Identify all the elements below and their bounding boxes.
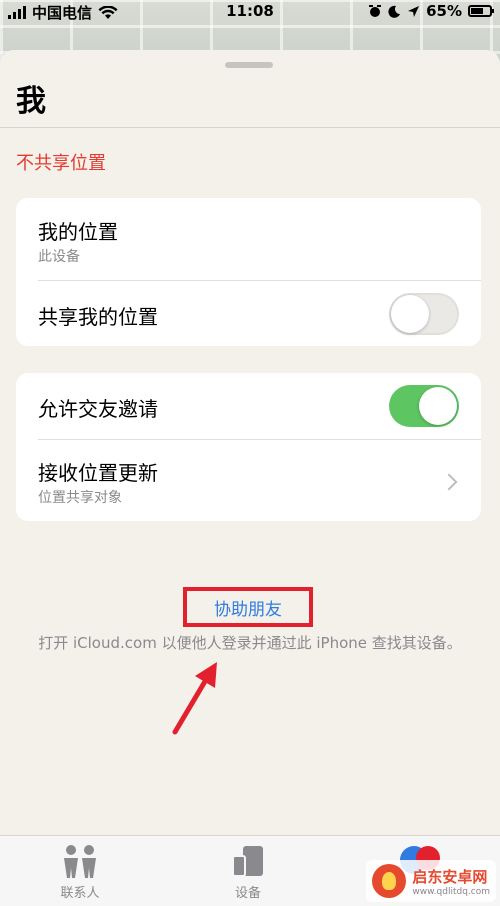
share-location-toggle[interactable] [389, 293, 459, 335]
not-sharing-label: 不共享位置 [16, 153, 106, 174]
battery-percent: 65% [426, 2, 462, 20]
tab-people-label: 联系人 [60, 886, 100, 901]
devices-icon [232, 846, 263, 877]
alarm-icon [369, 5, 382, 17]
me-sheet: 我 不共享位置 我的位置 此设备 共享我的位置 允许交友邀请 接收位置更新 位置… [0, 50, 500, 905]
tab-people[interactable]: 联系人 [25, 844, 135, 901]
watermark-url: www.qdlitdq.com [412, 886, 490, 897]
receive-updates-subtitle: 位置共享对象 [38, 490, 122, 506]
location-arrow-icon [408, 5, 420, 17]
watermark-logo-icon [372, 864, 407, 898]
sheet-title: 我 [16, 84, 46, 119]
sheet-grabber[interactable] [225, 62, 273, 68]
tab-bar: 联系人 设备 启东安卓网 www.qdlitdq.com [0, 835, 500, 906]
help-friend-description: 打开 iCloud.com 以便他人登录并通过此 iPhone 查找其设备。 [38, 634, 462, 652]
share-location-title: 共享我的位置 [38, 305, 158, 329]
my-location-subtitle: 此设备 [38, 249, 80, 265]
friends-card: 允许交友邀请 接收位置更新 位置共享对象 [16, 373, 481, 521]
battery-icon [468, 5, 494, 17]
moon-icon [388, 5, 401, 18]
share-location-row: 共享我的位置 [16, 281, 481, 346]
allow-requests-title: 允许交友邀请 [38, 397, 158, 421]
allow-requests-toggle[interactable] [389, 385, 459, 427]
site-watermark: 启东安卓网 www.qdlitdq.com [366, 860, 496, 902]
receive-updates-row[interactable]: 接收位置更新 位置共享对象 [16, 440, 481, 521]
chevron-right-icon [440, 473, 458, 491]
tab-devices-label: 设备 [234, 886, 261, 901]
watermark-brand: 启东安卓网 [412, 867, 488, 886]
people-icon [64, 845, 96, 878]
title-divider [0, 127, 500, 128]
location-card: 我的位置 此设备 共享我的位置 [16, 198, 481, 346]
my-location-title: 我的位置 [38, 220, 118, 244]
tab-devices[interactable]: 设备 [193, 844, 303, 901]
status-bar: 中国电信 11:08 65% [0, 0, 500, 24]
receive-updates-title: 接收位置更新 [38, 461, 158, 485]
help-friend-link[interactable]: 协助朋友 [183, 587, 313, 627]
allow-requests-row: 允许交友邀请 [16, 373, 481, 439]
annotation-arrow-icon [172, 662, 217, 735]
my-location-row[interactable]: 我的位置 此设备 [16, 198, 481, 280]
